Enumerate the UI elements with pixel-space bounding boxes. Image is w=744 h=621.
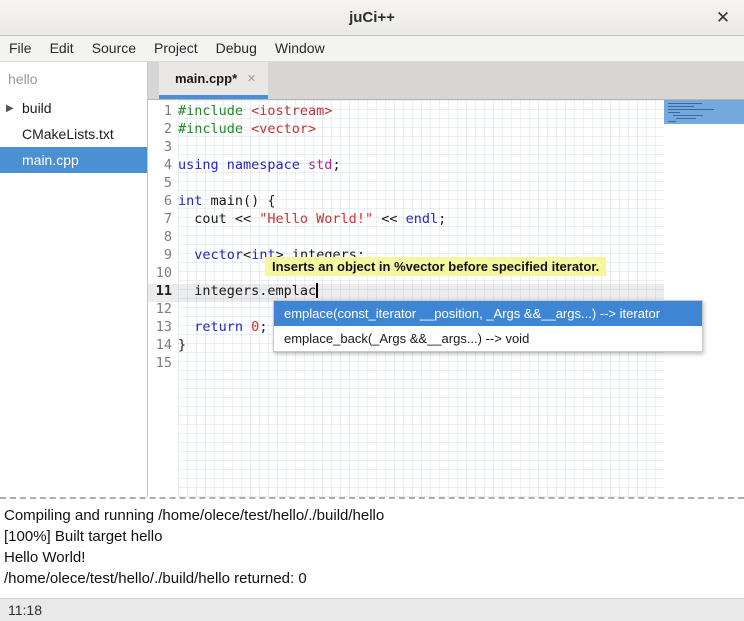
tab-bar: main.cpp* × bbox=[148, 62, 744, 100]
code-token: ; bbox=[259, 319, 267, 335]
code-token: cout << bbox=[178, 211, 259, 227]
tree-item-cmakelists-txt[interactable]: CMakeLists.txt bbox=[0, 121, 147, 147]
code-token bbox=[178, 319, 194, 335]
line-number: 1 bbox=[148, 102, 178, 120]
tree-item-label: CMakeLists.txt bbox=[22, 126, 114, 142]
title-bar[interactable]: juCi++ ✕ bbox=[0, 0, 744, 36]
status-bar: 11:18 bbox=[0, 598, 744, 621]
completion-item[interactable]: emplace(const_iterator __position, _Args… bbox=[274, 301, 702, 326]
code-line[interactable]: cout << "Hello World!" << endl; bbox=[178, 210, 664, 228]
completion-item[interactable]: emplace_back(_Args &&__args...) --> void bbox=[274, 326, 702, 351]
code-token: < bbox=[243, 247, 251, 263]
window-close-icon[interactable]: ✕ bbox=[712, 7, 734, 29]
tree-item-label: build bbox=[22, 100, 52, 116]
file-tree: ▶build CMakeLists.txt main.cpp bbox=[0, 95, 147, 173]
code-token: <iostream> bbox=[251, 103, 332, 119]
line-number: 14 bbox=[148, 336, 178, 354]
status-time: 11:18 bbox=[8, 602, 42, 618]
project-name-label: hello bbox=[0, 62, 147, 95]
minimap-code-preview bbox=[673, 115, 703, 116]
main-area: hello ▶build CMakeLists.txt main.cpp main.… bbox=[0, 62, 744, 497]
minimap-code-preview bbox=[668, 109, 714, 110]
file-tree-sidebar: hello ▶build CMakeLists.txt main.cpp bbox=[0, 62, 148, 497]
line-number: 13 bbox=[148, 318, 178, 336]
tab-label: main.cpp* bbox=[175, 71, 237, 86]
code-token: ; bbox=[438, 211, 446, 227]
line-number: 4 bbox=[148, 156, 178, 174]
code-token: std bbox=[308, 157, 332, 173]
minimap-code-preview bbox=[668, 121, 676, 122]
window-title: juCi++ bbox=[349, 9, 395, 26]
output-line: /home/olece/test/hello/./build/hello ret… bbox=[4, 568, 740, 589]
code-content[interactable]: #include <iostream>#include <vector> usin… bbox=[178, 100, 664, 497]
menu-debug[interactable]: Debug bbox=[207, 36, 266, 61]
code-line[interactable]: #include <iostream> bbox=[178, 102, 664, 120]
code-token: integers.emplac bbox=[178, 283, 316, 299]
doc-tooltip: Inserts an object in %vector before spec… bbox=[265, 257, 606, 276]
code-token: <vector> bbox=[251, 121, 316, 137]
code-line[interactable]: #include <vector> bbox=[178, 120, 664, 138]
output-line: Hello World! bbox=[4, 547, 740, 568]
tree-item-label: main.cpp bbox=[22, 152, 79, 168]
line-number: 12 bbox=[148, 300, 178, 318]
line-number: 11 bbox=[148, 282, 178, 300]
menu-source[interactable]: Source bbox=[83, 36, 145, 61]
tab-close-icon[interactable]: × bbox=[247, 72, 256, 85]
minimap[interactable] bbox=[664, 100, 744, 497]
minimap-code-preview bbox=[668, 103, 702, 104]
code-token: int bbox=[178, 193, 202, 209]
menu-edit[interactable]: Edit bbox=[41, 36, 83, 61]
line-number: 2 bbox=[148, 120, 178, 138]
minimap-viewport[interactable] bbox=[664, 100, 744, 124]
tab-main-cpp[interactable]: main.cpp* × bbox=[159, 62, 268, 99]
code-line[interactable] bbox=[178, 174, 664, 192]
code-token: return bbox=[194, 319, 251, 335]
minimap-code-preview bbox=[668, 112, 680, 113]
minimap-code-preview bbox=[676, 118, 696, 119]
tree-item-build[interactable]: ▶build bbox=[0, 95, 147, 121]
line-number: 15 bbox=[148, 354, 178, 372]
menu-project[interactable]: Project bbox=[145, 36, 207, 61]
output-panel[interactable]: Compiling and running /home/olece/test/h… bbox=[0, 502, 744, 598]
menubar: FileEditSourceProjectDebugWindow bbox=[0, 36, 744, 62]
line-number: 6 bbox=[148, 192, 178, 210]
code-line[interactable]: int main() { bbox=[178, 192, 664, 210]
line-number-gutter: 123456789101112131415 bbox=[148, 100, 178, 497]
output-line: Compiling and running /home/olece/test/h… bbox=[4, 505, 740, 526]
output-line: [100%] Built target hello bbox=[4, 526, 740, 547]
code-line[interactable]: using namespace std; bbox=[178, 156, 664, 174]
line-number: 3 bbox=[148, 138, 178, 156]
code-token: } bbox=[178, 337, 186, 353]
line-number: 7 bbox=[148, 210, 178, 228]
line-number: 10 bbox=[148, 264, 178, 282]
expander-icon[interactable]: ▶ bbox=[6, 103, 20, 114]
code-line[interactable] bbox=[178, 354, 664, 372]
code-token: << bbox=[373, 211, 406, 227]
code-line[interactable] bbox=[178, 228, 664, 246]
text-cursor bbox=[316, 283, 318, 298]
editor-column: main.cpp* × 123456789101112131415 #inclu… bbox=[148, 62, 744, 497]
code-token: #include bbox=[178, 121, 251, 137]
editor[interactable]: 123456789101112131415 #include <iostream… bbox=[148, 100, 744, 497]
code-token: main() { bbox=[202, 193, 275, 209]
completion-popup[interactable]: emplace(const_iterator __position, _Args… bbox=[273, 300, 703, 352]
line-number: 8 bbox=[148, 228, 178, 246]
code-token: endl bbox=[406, 211, 439, 227]
app-window: juCi++ ✕ FileEditSourceProjectDebugWindo… bbox=[0, 0, 744, 621]
code-token: ; bbox=[332, 157, 340, 173]
minimap-code-preview bbox=[668, 106, 694, 107]
menu-window[interactable]: Window bbox=[266, 36, 334, 61]
line-number: 5 bbox=[148, 174, 178, 192]
code-line[interactable] bbox=[178, 138, 664, 156]
line-number: 9 bbox=[148, 246, 178, 264]
menu-file[interactable]: File bbox=[0, 36, 41, 61]
code-token bbox=[178, 247, 194, 263]
code-token: vector bbox=[194, 247, 243, 263]
code-token: #include bbox=[178, 103, 251, 119]
code-token: using namespace bbox=[178, 157, 308, 173]
tree-item-main-cpp[interactable]: main.cpp bbox=[0, 147, 147, 173]
code-token: "Hello World!" bbox=[259, 211, 373, 227]
code-line[interactable]: integers.emplac bbox=[178, 282, 664, 300]
